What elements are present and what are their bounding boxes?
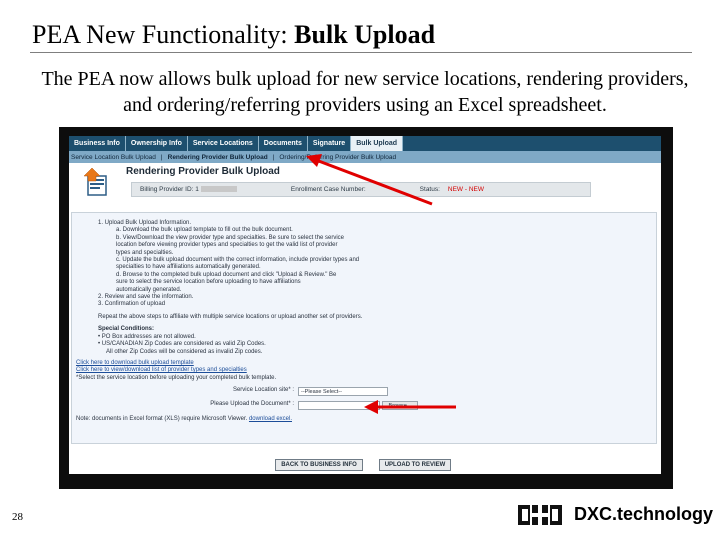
subnav-separator: | bbox=[160, 153, 163, 161]
tab-signature[interactable]: Signature bbox=[308, 136, 352, 151]
instruction-line: c. Update the bulk upload document with … bbox=[116, 257, 360, 264]
subnav-service-location-bulk-upload[interactable]: Service Location Bulk Upload bbox=[71, 154, 156, 161]
slide-title-normal: PEA New Functionality: bbox=[32, 20, 295, 49]
tab-service-locations[interactable]: Service Locations bbox=[188, 136, 259, 151]
instruction-step-2: 2. Review and save the information. bbox=[98, 294, 194, 301]
slide-number: 28 bbox=[12, 511, 23, 523]
instruction-line: specialties to have affiliations automat… bbox=[116, 264, 261, 271]
instruction-line: a. Download the bulk upload template to … bbox=[116, 227, 293, 234]
company-logo-text: DXC.technology bbox=[574, 504, 714, 524]
slide-title: PEA New Functionality: Bulk Upload bbox=[32, 20, 435, 50]
special-conditions-heading: Special Conditions: bbox=[98, 326, 155, 333]
tab-business-info[interactable]: Business Info bbox=[69, 136, 126, 151]
redacted-id bbox=[200, 186, 237, 193]
instruction-line: types and specialties. bbox=[116, 249, 174, 256]
form-instruction: *Select the service location before uplo… bbox=[76, 374, 277, 381]
upload-document-icon bbox=[83, 167, 107, 196]
special-condition-item: • PO Box addresses are not allowed. bbox=[98, 333, 196, 340]
special-condition-item: • US/CANADIAN Zip Codes are considered a… bbox=[98, 341, 266, 348]
instruction-line: location before viewing provider types a… bbox=[116, 242, 338, 249]
page-header: Rendering Provider Bulk Upload bbox=[126, 166, 280, 177]
instruction-line: b. View/Download the view provider type … bbox=[116, 234, 345, 241]
slide-subtitle: The PEA now allows bulk upload for new s… bbox=[41, 68, 689, 116]
download-excel-link[interactable]: download excel. bbox=[249, 416, 292, 422]
main-tab-bar: Business Info Ownership Info Service Loc… bbox=[69, 136, 661, 151]
instruction-repeat: Repeat the above steps to affiliate with… bbox=[98, 313, 363, 320]
special-condition-item: All other Zip Codes will be considered a… bbox=[106, 348, 263, 355]
instruction-step-3: 3. Confirmation of upload bbox=[98, 301, 166, 308]
upload-document-label: Please Upload the Document* : bbox=[210, 401, 294, 408]
instruction-line: d. Browse to the completed bulk upload d… bbox=[116, 271, 337, 278]
tab-bulk-upload[interactable]: Bulk Upload bbox=[351, 136, 404, 151]
back-to-business-info-button[interactable]: BACK TO BUSINESS INFO bbox=[275, 459, 363, 471]
tab-documents[interactable]: Documents bbox=[259, 136, 308, 151]
slide-title-bold: Bulk Upload bbox=[294, 20, 436, 49]
subnav-rendering-provider-bulk-upload[interactable]: Rendering Provider Bulk Upload bbox=[168, 154, 268, 161]
dxc-logo-icon bbox=[518, 505, 562, 525]
instruction-heading: 1. Upload Bulk Upload Information. bbox=[98, 220, 192, 226]
title-divider bbox=[30, 52, 692, 53]
service-location-label: Service Location site* : bbox=[232, 387, 294, 394]
red-arrow-to-location-select-icon bbox=[364, 400, 456, 414]
tab-ownership-info[interactable]: Ownership Info bbox=[126, 136, 188, 151]
instruction-line: automatically generated. bbox=[116, 286, 182, 293]
provider-types-link[interactable]: Click here to view/download list of prov… bbox=[76, 367, 656, 374]
instruction-line: sure to select the service location befo… bbox=[116, 279, 301, 286]
red-arrow-to-subnav-icon bbox=[306, 154, 433, 206]
upload-to-review-button[interactable]: UPLOAD TO REVIEW bbox=[379, 459, 451, 471]
status-badge: NEW - NEW bbox=[447, 186, 485, 193]
subnav-separator: | bbox=[272, 153, 275, 161]
billing-provider-id: Billing Provider ID: 1 bbox=[132, 186, 245, 193]
download-template-link[interactable]: Click here to download bulk upload templ… bbox=[76, 360, 656, 367]
